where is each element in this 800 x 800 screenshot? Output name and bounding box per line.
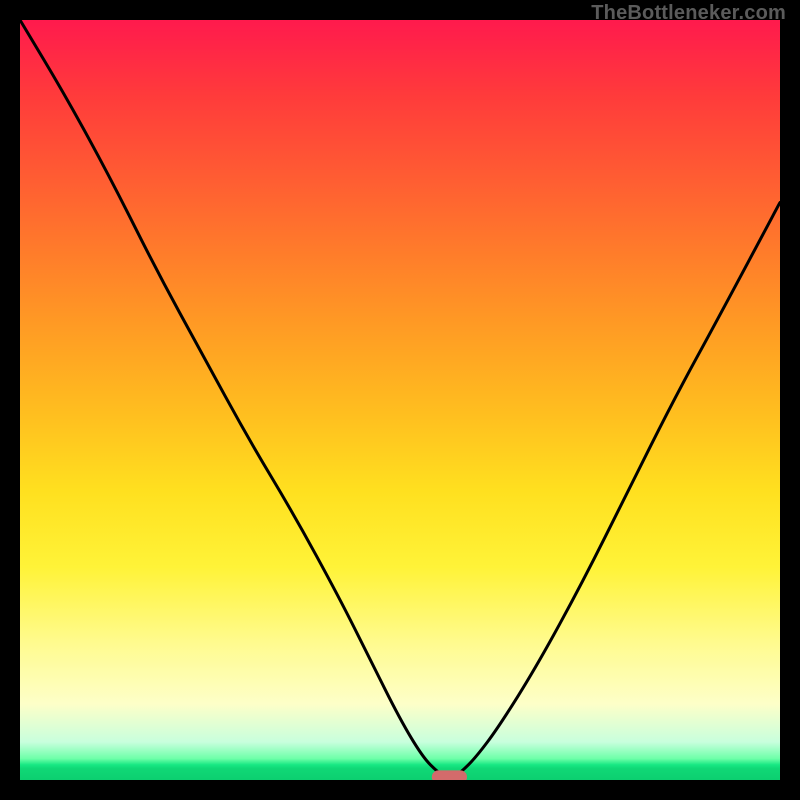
bottleneck-curve-layer <box>20 20 780 780</box>
watermark-text: TheBottleneker.com <box>591 2 786 25</box>
optimal-point-marker <box>432 771 466 780</box>
chart-frame: TheBottleneker.com <box>0 0 800 800</box>
bottleneck-curve <box>20 20 780 778</box>
